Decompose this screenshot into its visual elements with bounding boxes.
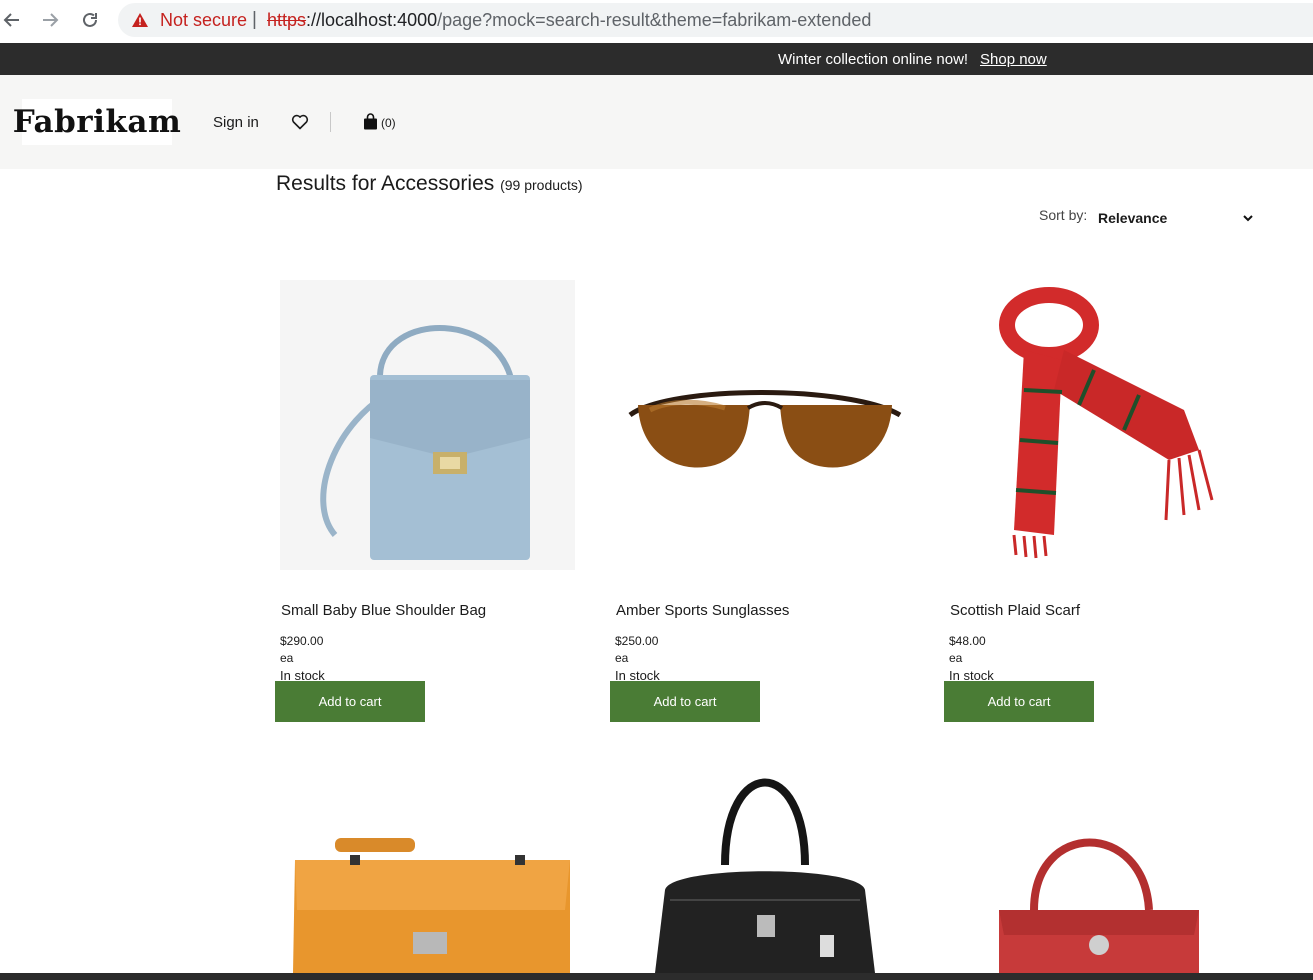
shopping-bag-icon[interactable] xyxy=(363,113,378,130)
url-path: /page?mock=search-result&theme=fabrikam-… xyxy=(437,10,872,30)
url-protocol: https xyxy=(267,10,307,30)
warning-icon xyxy=(132,13,148,27)
promo-banner: Winter collection online now! Shop now xyxy=(0,43,1313,75)
red-handbag-image[interactable] xyxy=(944,760,1244,973)
product-price: $290.00 xyxy=(280,634,324,648)
product-unit: ea xyxy=(949,651,963,665)
sort-label: Sort by: xyxy=(1039,207,1088,223)
results-heading: Results for Accessories (99 products) xyxy=(276,172,583,196)
security-status[interactable]: Not secure xyxy=(160,10,247,31)
forward-button[interactable] xyxy=(38,8,62,32)
add-to-cart-button[interactable]: Add to cart xyxy=(944,681,1094,722)
reload-button[interactable] xyxy=(78,8,102,32)
sort-dropdown[interactable]: Relevance xyxy=(1098,210,1167,226)
product-price: $250.00 xyxy=(615,634,659,648)
heart-icon[interactable] xyxy=(291,113,309,131)
footer-bar xyxy=(0,973,1313,980)
arrow-left-icon xyxy=(3,13,19,27)
back-button[interactable] xyxy=(0,8,24,32)
add-to-cart-button[interactable]: Add to cart xyxy=(275,681,425,722)
promo-text: Winter collection online now! xyxy=(778,51,969,68)
address-bar[interactable]: Not secure | https://localhost:4000/page… xyxy=(118,3,1313,37)
results-count: (99 products) xyxy=(500,177,583,193)
product-name[interactable]: Amber Sports Sunglasses xyxy=(616,602,789,619)
product-unit: ea xyxy=(280,651,294,665)
reload-icon xyxy=(83,12,97,27)
results-title: Results for Accessories xyxy=(276,172,495,195)
header-divider xyxy=(330,112,331,132)
product-price: $48.00 xyxy=(949,634,986,648)
product-name[interactable]: Scottish Plaid Scarf xyxy=(950,602,1080,619)
black-handbag-image[interactable] xyxy=(610,760,910,973)
briefcase-image[interactable] xyxy=(275,760,575,973)
add-to-cart-button[interactable]: Add to cart xyxy=(610,681,760,722)
url-separator: | xyxy=(252,9,257,30)
browser-toolbar: Not secure | https://localhost:4000/page… xyxy=(0,0,1313,42)
sign-in-link[interactable]: Sign in xyxy=(213,114,259,131)
product-unit: ea xyxy=(615,651,629,665)
url-text[interactable]: https://localhost:4000/page?mock=search-… xyxy=(267,10,871,31)
arrow-right-icon xyxy=(43,13,59,27)
product-name[interactable]: Small Baby Blue Shoulder Bag xyxy=(281,602,486,619)
shop-now-link[interactable]: Shop now xyxy=(980,51,1047,68)
shoulder-bag-image[interactable] xyxy=(275,280,575,580)
scarf-image[interactable] xyxy=(944,280,1244,580)
site-header: Fabrikam Sign in (0) xyxy=(0,75,1313,169)
sunglasses-image[interactable] xyxy=(610,280,910,580)
fabrikam-logo[interactable]: Fabrikam xyxy=(13,99,181,145)
cart-count[interactable]: (0) xyxy=(381,116,396,130)
chevron-down-icon[interactable] xyxy=(1242,212,1254,224)
url-host: ://localhost:4000 xyxy=(306,10,438,30)
